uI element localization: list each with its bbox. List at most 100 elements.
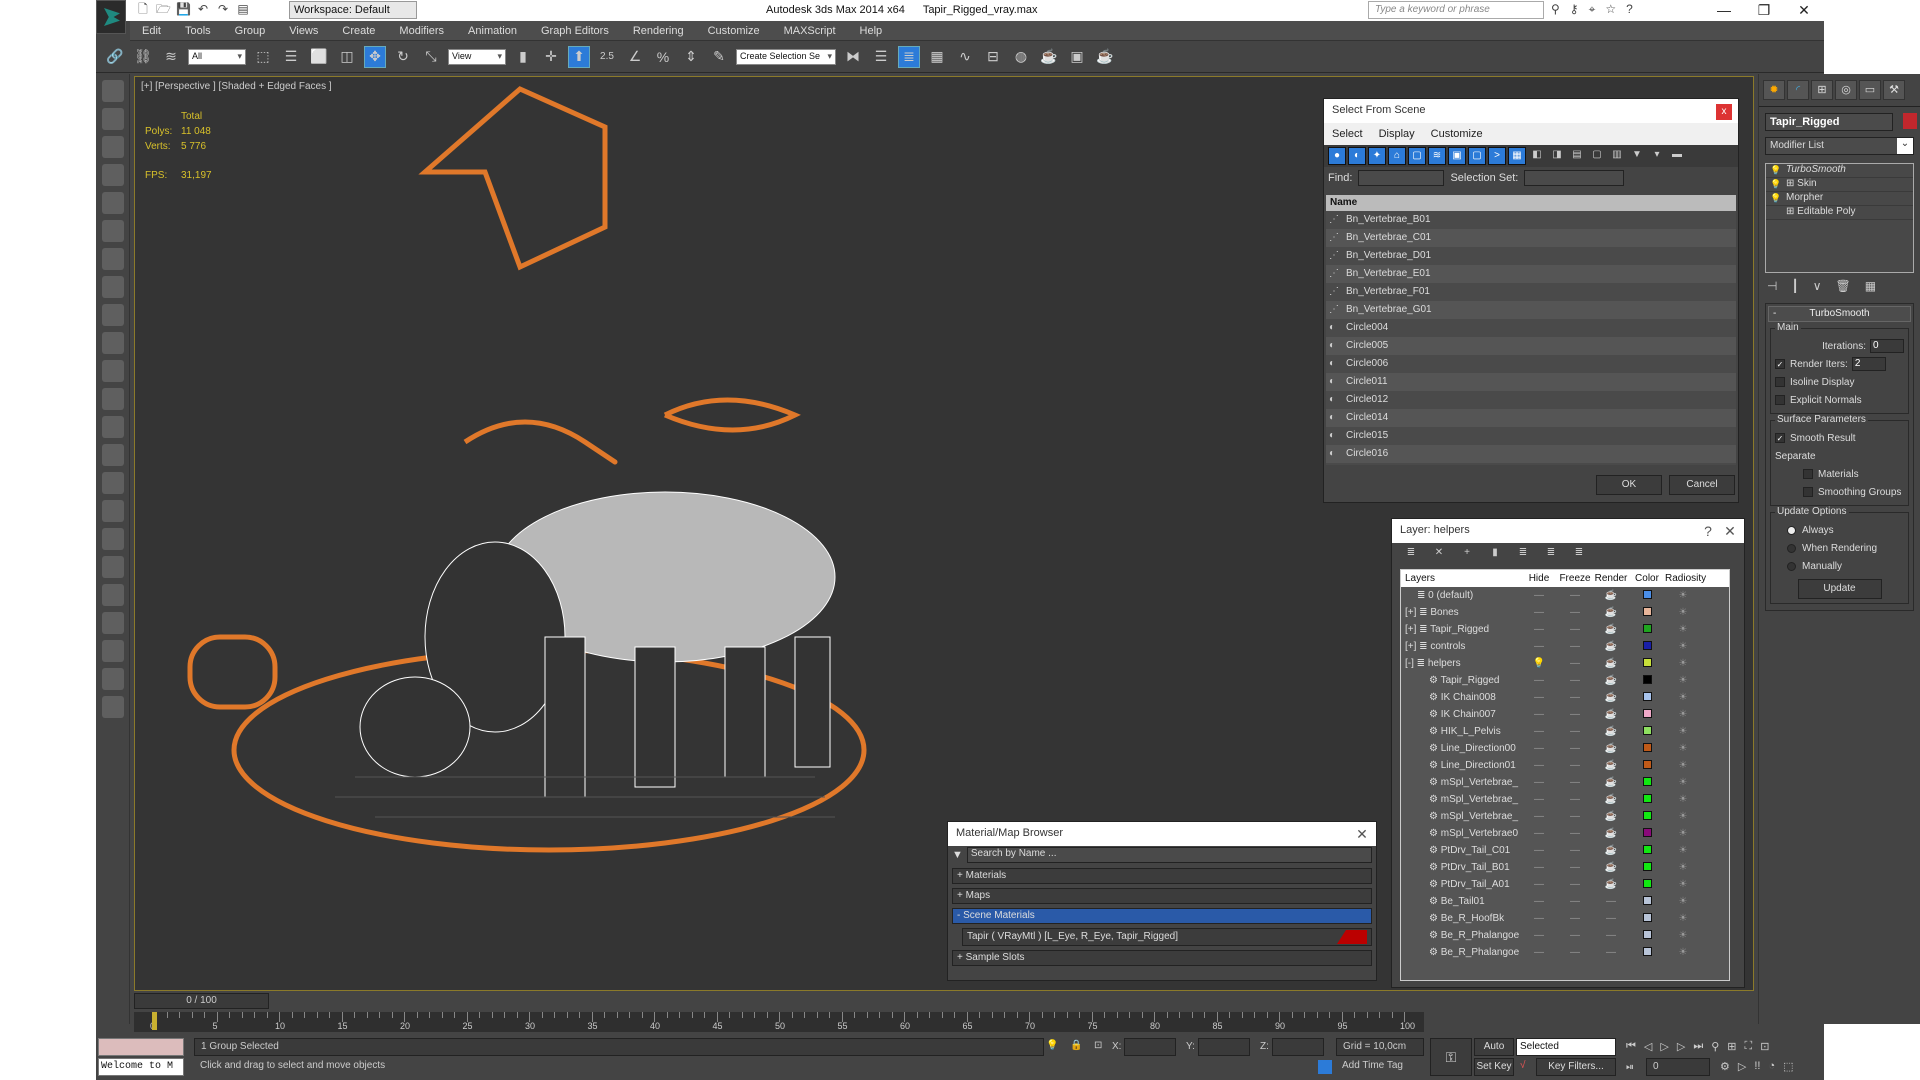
radiosity-icon[interactable]: ☀ [1665,743,1701,754]
mirror-icon[interactable]: ⧓ [842,46,864,68]
radiosity-icon[interactable]: ☀ [1665,896,1701,907]
menu-customize[interactable]: Customize [696,25,772,37]
layer-manager-icon[interactable]: ≣ [898,45,920,68]
hide-toggle[interactable]: — [1521,590,1557,601]
radiosity-icon[interactable]: ☀ [1665,607,1701,618]
foliage-icon[interactable] [102,584,124,606]
geometry-filter-icon[interactable]: ● [1328,147,1346,165]
color-cell[interactable] [1629,861,1665,874]
set-key-mode-icon[interactable]: ⚿ [1430,1038,1472,1076]
modifier-stack-item[interactable]: ⊞ Editable Poly [1766,206,1913,220]
color-cell[interactable] [1629,912,1665,925]
auto-key-button[interactable]: Auto Key [1474,1038,1514,1068]
lock-selection-icon[interactable]: 🔒 [1070,1040,1082,1051]
layer-row[interactable]: ⚙ mSpl_Vertebrae_ — — ☕ ☀ [1401,774,1729,791]
display-all-icon[interactable]: ▤ [1568,147,1586,165]
radiosity-icon[interactable]: ☀ [1665,828,1701,839]
color-cell[interactable] [1629,657,1665,670]
layer-name[interactable]: ⚙ PtDrv_Tail_C01 [1401,845,1521,856]
invert-icon[interactable]: ▥ [1608,147,1626,165]
layer-row[interactable]: [+] ≣ Tapir_Rigged — — ☕ ☀ [1401,621,1729,638]
layer-color-swatch[interactable] [1642,810,1652,820]
panel-icon[interactable] [102,164,124,186]
star-icon[interactable]: ☆ [1605,2,1616,17]
panel-icon[interactable] [102,136,124,158]
list-item[interactable]: ⋰ Bn_Vertebrae_E01 [1326,265,1736,283]
layer-color-swatch[interactable] [1642,946,1652,956]
hide-toggle[interactable]: — [1521,760,1557,771]
radiosity-icon[interactable]: ☀ [1665,879,1701,890]
z-coord-input[interactable] [1272,1038,1324,1056]
freeze-toggle[interactable]: — [1557,828,1593,839]
layer-row[interactable]: ⚙ PtDrv_Tail_B01— — ☕ ☀ [1401,859,1729,876]
zoom-extents-all-icon[interactable]: ⊡ [1760,1040,1769,1053]
scene-material-item[interactable]: Tapir ( VRayMtl ) [L_Eye, R_Eye, Tapir_R… [962,928,1372,946]
always-radio[interactable] [1787,525,1796,535]
hide-toggle[interactable]: — [1521,692,1557,703]
layer-name[interactable]: ≣ 0 (default) [1401,590,1521,601]
layer-name[interactable]: [-] ≣ helpers [1401,658,1521,669]
list-item[interactable]: ⋰ Bn_Vertebrae_D01 [1326,247,1736,265]
color-cell[interactable] [1629,895,1665,908]
sphere-icon[interactable] [102,332,124,354]
x-coord-input[interactable] [1124,1038,1176,1056]
help-button[interactable]: ? [1700,523,1716,539]
column-header-freeze[interactable]: Freeze [1557,573,1593,584]
layer-row[interactable]: ⚙ IK Chain008— — ☕ ☀ [1401,689,1729,706]
render-toggle[interactable]: — [1593,896,1629,907]
layer-row[interactable]: ⚙ Line_Direction01— — ☕ ☀ [1401,757,1729,774]
freeze-toggle[interactable]: — [1557,777,1593,788]
find-input[interactable] [1358,170,1445,186]
sun-icon[interactable] [102,444,124,466]
list-item[interactable]: ◐ Circle012 [1326,391,1736,409]
minimize-button[interactable]: — [1704,0,1744,20]
radiosity-icon[interactable]: ☀ [1665,845,1701,856]
manually-radio[interactable] [1787,561,1796,571]
layer-name[interactable]: ⚙ mSpl_Vertebrae0 [1401,828,1521,839]
color-cell[interactable] [1629,708,1665,721]
cancel-button[interactable]: Cancel [1669,475,1735,495]
render-toggle[interactable]: ☕ [1593,607,1629,618]
render-setup-icon[interactable]: ☕ [1038,46,1060,68]
undo-icon[interactable]: ↶ [196,2,210,16]
list-item[interactable]: ⋰ Bn_Vertebrae_F01 [1326,283,1736,301]
zoom-icon[interactable]: ⚲ [1711,1040,1719,1053]
radiosity-icon[interactable]: ☀ [1665,930,1701,941]
rect-selection-icon[interactable]: ⬜ [308,46,330,68]
list-item[interactable]: ◐ Circle016 [1326,445,1736,463]
layer-color-swatch[interactable] [1642,725,1652,735]
delete-layer-icon[interactable]: ✕ [1430,545,1448,563]
add-time-tag[interactable]: Add Time Tag [1336,1058,1424,1076]
create-tab-icon[interactable]: ✹ [1763,80,1785,100]
freeze-toggle[interactable]: — [1557,947,1593,958]
geosphere-icon[interactable] [102,472,124,494]
hide-all-icon[interactable]: ≣ [1570,545,1588,563]
menu-display[interactable]: Display [1379,128,1415,140]
material-section[interactable]: - Scene Materials [952,908,1372,924]
layer-name[interactable]: [+] ≣ Tapir_Rigged [1401,624,1521,635]
hide-toggle[interactable]: — [1521,709,1557,720]
field-of-view-icon[interactable]: ▷ [1738,1060,1746,1073]
reference-coord-dropdown[interactable]: View [448,48,506,65]
object-color-swatch[interactable] [1903,113,1917,129]
color-cell[interactable] [1629,827,1665,840]
color-cell[interactable] [1629,691,1665,704]
angle-snap-icon[interactable]: ∠ [624,46,646,68]
radiosity-icon[interactable]: ☀ [1665,658,1701,669]
radiosity-icon[interactable]: ☀ [1665,811,1701,822]
select-layer-icon[interactable]: ≣ [1514,545,1532,563]
close-icon[interactable]: ✕ [1722,523,1738,539]
radiosity-icon[interactable]: ☀ [1665,590,1701,601]
layer-color-swatch[interactable] [1642,878,1652,888]
render-toggle[interactable]: ☕ [1593,590,1629,601]
grid-icon[interactable] [102,500,124,522]
show-end-result-icon[interactable]: ┃ [1791,279,1798,293]
select-objects-icon[interactable]: ▮ [1486,545,1504,563]
layer-color-swatch[interactable] [1642,793,1652,803]
layer-color-swatch[interactable] [1642,657,1652,667]
spinner-snap-icon[interactable]: ⇕ [680,46,702,68]
modifier-list-dropdown[interactable]: Modifier List [1765,137,1914,155]
list-item[interactable]: ◐ Circle014 [1326,409,1736,427]
color-cell[interactable] [1629,623,1665,636]
color-cell[interactable] [1629,640,1665,653]
